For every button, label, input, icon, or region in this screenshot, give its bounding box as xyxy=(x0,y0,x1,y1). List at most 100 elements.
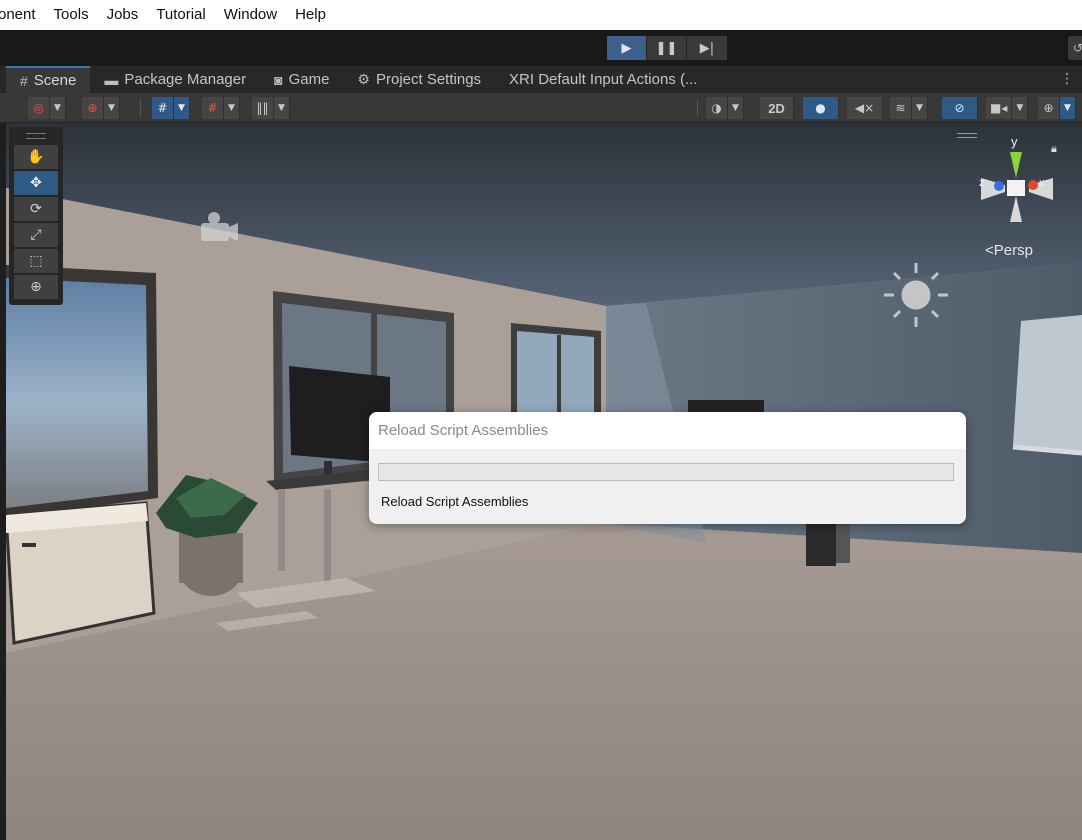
menu-help[interactable]: Help xyxy=(286,0,335,30)
axis-label-z: z xyxy=(979,177,985,189)
lighting-toggle-button[interactable]: ● xyxy=(803,97,839,119)
lightbulb-icon: ● xyxy=(815,101,826,115)
play-icon: ▶ xyxy=(621,40,632,56)
global-space-dropdown[interactable]: ▼ xyxy=(104,97,120,119)
draw-mode-button[interactable]: ◑ xyxy=(706,97,728,119)
progress-bar xyxy=(378,463,954,481)
grid-snap-dropdown[interactable]: ▼ xyxy=(174,97,190,119)
rotate-icon: ⟳ xyxy=(30,201,42,217)
menu-bar: onent Tools Jobs Tutorial Window Help xyxy=(0,0,1082,30)
tab-label: Scene xyxy=(33,72,77,89)
increment-snap-button[interactable]: # xyxy=(202,97,224,119)
scale-tool-button[interactable]: ⤢ xyxy=(14,223,58,247)
move-tool-button[interactable]: ✥ xyxy=(14,171,58,195)
axis-label-y: y xyxy=(1011,134,1018,149)
tab-label: Package Manager xyxy=(124,71,247,88)
camera-dropdown[interactable]: ▼ xyxy=(1012,97,1029,119)
projection-toggle[interactable]: <Persp xyxy=(985,242,1033,259)
dialog-title: Reload Script Assemblies xyxy=(369,412,966,449)
toolbar-divider xyxy=(697,99,698,117)
y-axis-cone[interactable] xyxy=(1010,152,1022,178)
draw-mode-dropdown[interactable]: ▼ xyxy=(728,97,744,119)
hand-icon: ✋ xyxy=(27,149,45,165)
hand-tool-button[interactable]: ✋ xyxy=(14,145,58,169)
effects-button[interactable]: ≋ xyxy=(890,97,912,119)
gizmo-icon: ⊕ xyxy=(1043,101,1054,115)
effects-dropdown[interactable]: ▼ xyxy=(912,97,928,119)
tab-xri-input-actions[interactable]: XRI Default Input Actions (... xyxy=(495,66,711,93)
gizmo-drag-handle[interactable] xyxy=(957,133,977,138)
pause-button[interactable]: ❚❚ xyxy=(647,36,687,60)
ruler-icon: ‖‖ xyxy=(256,101,269,115)
editor-tab-bar: # Scene ▬ Package Manager ◙ Game ⚙ Proje… xyxy=(0,66,1082,93)
grid-visibility-dropdown[interactable]: ▼ xyxy=(274,97,290,119)
tab-label: XRI Default Input Actions (... xyxy=(509,71,698,88)
snap-icon: # xyxy=(207,101,218,115)
scene-toolbar: ◎ ▼ ⊕ ▼ # ▼ # ▼ ‖‖ ▼ ◑ ▼ 2D ● ◀× ≋ ▼ ⊘ ■… xyxy=(0,93,1082,123)
chevron-down-icon: ▼ xyxy=(1016,103,1024,113)
tab-game[interactable]: ◙ Game xyxy=(260,66,343,93)
step-button[interactable]: ▶| xyxy=(687,36,727,60)
dialog-status-text: Reload Script Assemblies xyxy=(381,494,529,509)
neg-y-cone[interactable] xyxy=(1010,196,1022,222)
z-axis-cone[interactable] xyxy=(994,181,1004,191)
chevron-left-icon: < xyxy=(985,242,994,259)
gizmo-center-cube[interactable] xyxy=(1007,180,1025,196)
tool-handle-button[interactable]: ◎ xyxy=(28,97,50,119)
grid-visibility-button[interactable]: ‖‖ xyxy=(252,97,274,119)
rotate-tool-button[interactable]: ⟳ xyxy=(14,197,58,221)
increment-snap-dropdown[interactable]: ▼ xyxy=(224,97,240,119)
globe-icon: ⊕ xyxy=(87,101,98,115)
chevron-down-icon: ▼ xyxy=(732,103,739,113)
tool-handle-dropdown[interactable]: ▼ xyxy=(50,97,66,119)
axis-label-x: x xyxy=(1039,177,1045,189)
play-button[interactable]: ▶ xyxy=(607,36,647,60)
tab-project-settings[interactable]: ⚙ Project Settings xyxy=(343,66,495,93)
package-icon: ▬ xyxy=(104,71,119,88)
gizmos-dropdown[interactable]: ▼ xyxy=(1060,97,1076,119)
tab-label: Game xyxy=(288,71,330,88)
menu-component[interactable]: onent xyxy=(0,0,45,30)
chevron-down-icon: ▼ xyxy=(54,103,61,113)
pause-icon: ❚❚ xyxy=(655,40,678,56)
step-icon: ▶| xyxy=(699,40,715,56)
tab-scene[interactable]: # Scene xyxy=(6,66,91,93)
2d-toggle-button[interactable]: 2D xyxy=(760,97,794,119)
transform-tool-button[interactable]: ⊕ xyxy=(14,275,58,299)
menu-tools[interactable]: Tools xyxy=(45,0,98,30)
grid-snap-button[interactable]: # xyxy=(152,97,174,119)
orientation-gizmo[interactable]: y z x xyxy=(975,130,1065,240)
menu-window[interactable]: Window xyxy=(215,0,286,30)
history-icon: ↺ xyxy=(1072,41,1082,55)
x-axis-cone[interactable] xyxy=(1028,180,1038,190)
scale-icon: ⤢ xyxy=(30,227,42,243)
audio-toggle-button[interactable]: ◀× xyxy=(847,97,883,119)
chevron-down-icon: ▼ xyxy=(1064,103,1071,113)
layers-icon: ≋ xyxy=(895,101,906,115)
camera-icon: ■◂ xyxy=(990,101,1008,115)
scene-visibility-button[interactable]: ⊘ xyxy=(942,97,978,119)
chevron-down-icon: ▼ xyxy=(916,103,923,113)
history-button[interactable]: ↺ xyxy=(1068,36,1082,60)
projection-label: Persp xyxy=(993,242,1033,259)
more-options-icon[interactable]: ⋮ xyxy=(1060,71,1074,87)
chevron-down-icon: ▼ xyxy=(278,103,285,113)
global-space-button[interactable]: ⊕ xyxy=(82,97,104,119)
menu-tutorial[interactable]: Tutorial xyxy=(147,0,214,30)
gear-icon: ⚙ xyxy=(357,71,370,87)
drag-handle[interactable] xyxy=(26,133,46,139)
chevron-down-icon: ▼ xyxy=(228,103,235,113)
gizmos-button[interactable]: ⊕ xyxy=(1038,97,1060,119)
hash-icon: # xyxy=(20,72,28,89)
rect-tool-button[interactable]: ⬚ xyxy=(14,249,58,273)
tab-package-manager[interactable]: ▬ Package Manager xyxy=(90,66,260,93)
tab-label: Project Settings xyxy=(375,71,482,88)
move-icon: ✥ xyxy=(30,175,42,191)
reload-progress-dialog: Reload Script Assemblies Reload Script A… xyxy=(369,412,966,524)
shading-icon: ◑ xyxy=(711,101,722,115)
rect-icon: ⬚ xyxy=(29,253,43,269)
menu-jobs[interactable]: Jobs xyxy=(98,0,148,30)
camera-button[interactable]: ■◂ xyxy=(986,97,1013,119)
tool-palette: ✋ ✥ ⟳ ⤢ ⬚ ⊕ xyxy=(9,127,63,305)
chevron-down-icon: ▼ xyxy=(178,103,185,113)
